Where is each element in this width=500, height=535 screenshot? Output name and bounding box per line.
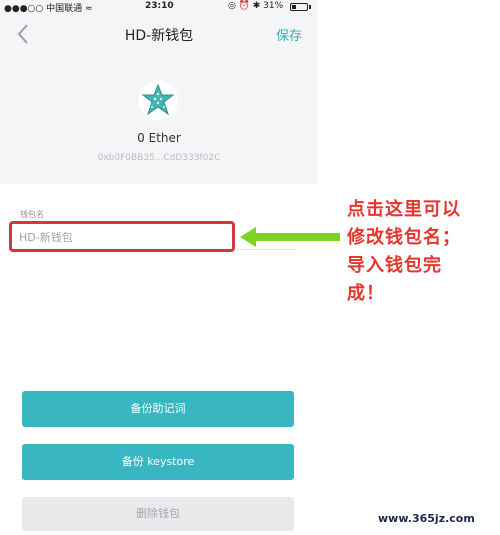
backup-keystore-button[interactable]: 备份 keystore [22,444,294,480]
phone-screen: ●●●○○ 中国联通 ≈ 23:10 ◎ ⏰ ✱ 31% HD-新钱包 保存 0… [0,0,318,535]
wallet-avatar [138,80,178,120]
wallet-name-input[interactable] [19,230,229,244]
annotation-line: 成！ [347,283,385,304]
annotation-line: 导入钱包完 [347,255,442,276]
status-time: 23:10 [145,1,174,11]
battery-cap-icon [309,5,311,9]
wallet-balance: 0 Ether [137,131,181,145]
wallet-name-label: 钱包名 [20,210,44,219]
status-bar: ●●●○○ 中国联通 ≈ 23:10 ◎ ⏰ ✱ 31% [0,0,318,14]
wallet-address: 0xb0F0BB35...CdD333f02C [97,153,221,163]
annotation-arrow-icon [240,227,340,247]
status-indicators: ◎ ⏰ ✱ 31% [228,1,284,11]
page-title: HD-新钱包 [124,28,194,44]
save-button[interactable]: 保存 [276,25,302,44]
starfish-icon [141,83,175,116]
wallet-name-highlight [9,221,235,252]
battery-icon [290,3,308,11]
backup-mnemonic-button[interactable]: 备份助记词 [22,391,294,427]
annotation-line: 点击这里可以 [347,199,461,220]
delete-wallet-button[interactable]: 删除钱包 [22,497,294,531]
watermark: www.365jz.com [378,512,475,525]
carrier-signal: ●●●○○ 中国联通 ≈ [4,4,93,14]
annotation-text: 点击这里可以 修改钱包名； 导入钱包完 成！ [347,196,487,308]
annotation-line: 修改钱包名； [347,227,461,248]
